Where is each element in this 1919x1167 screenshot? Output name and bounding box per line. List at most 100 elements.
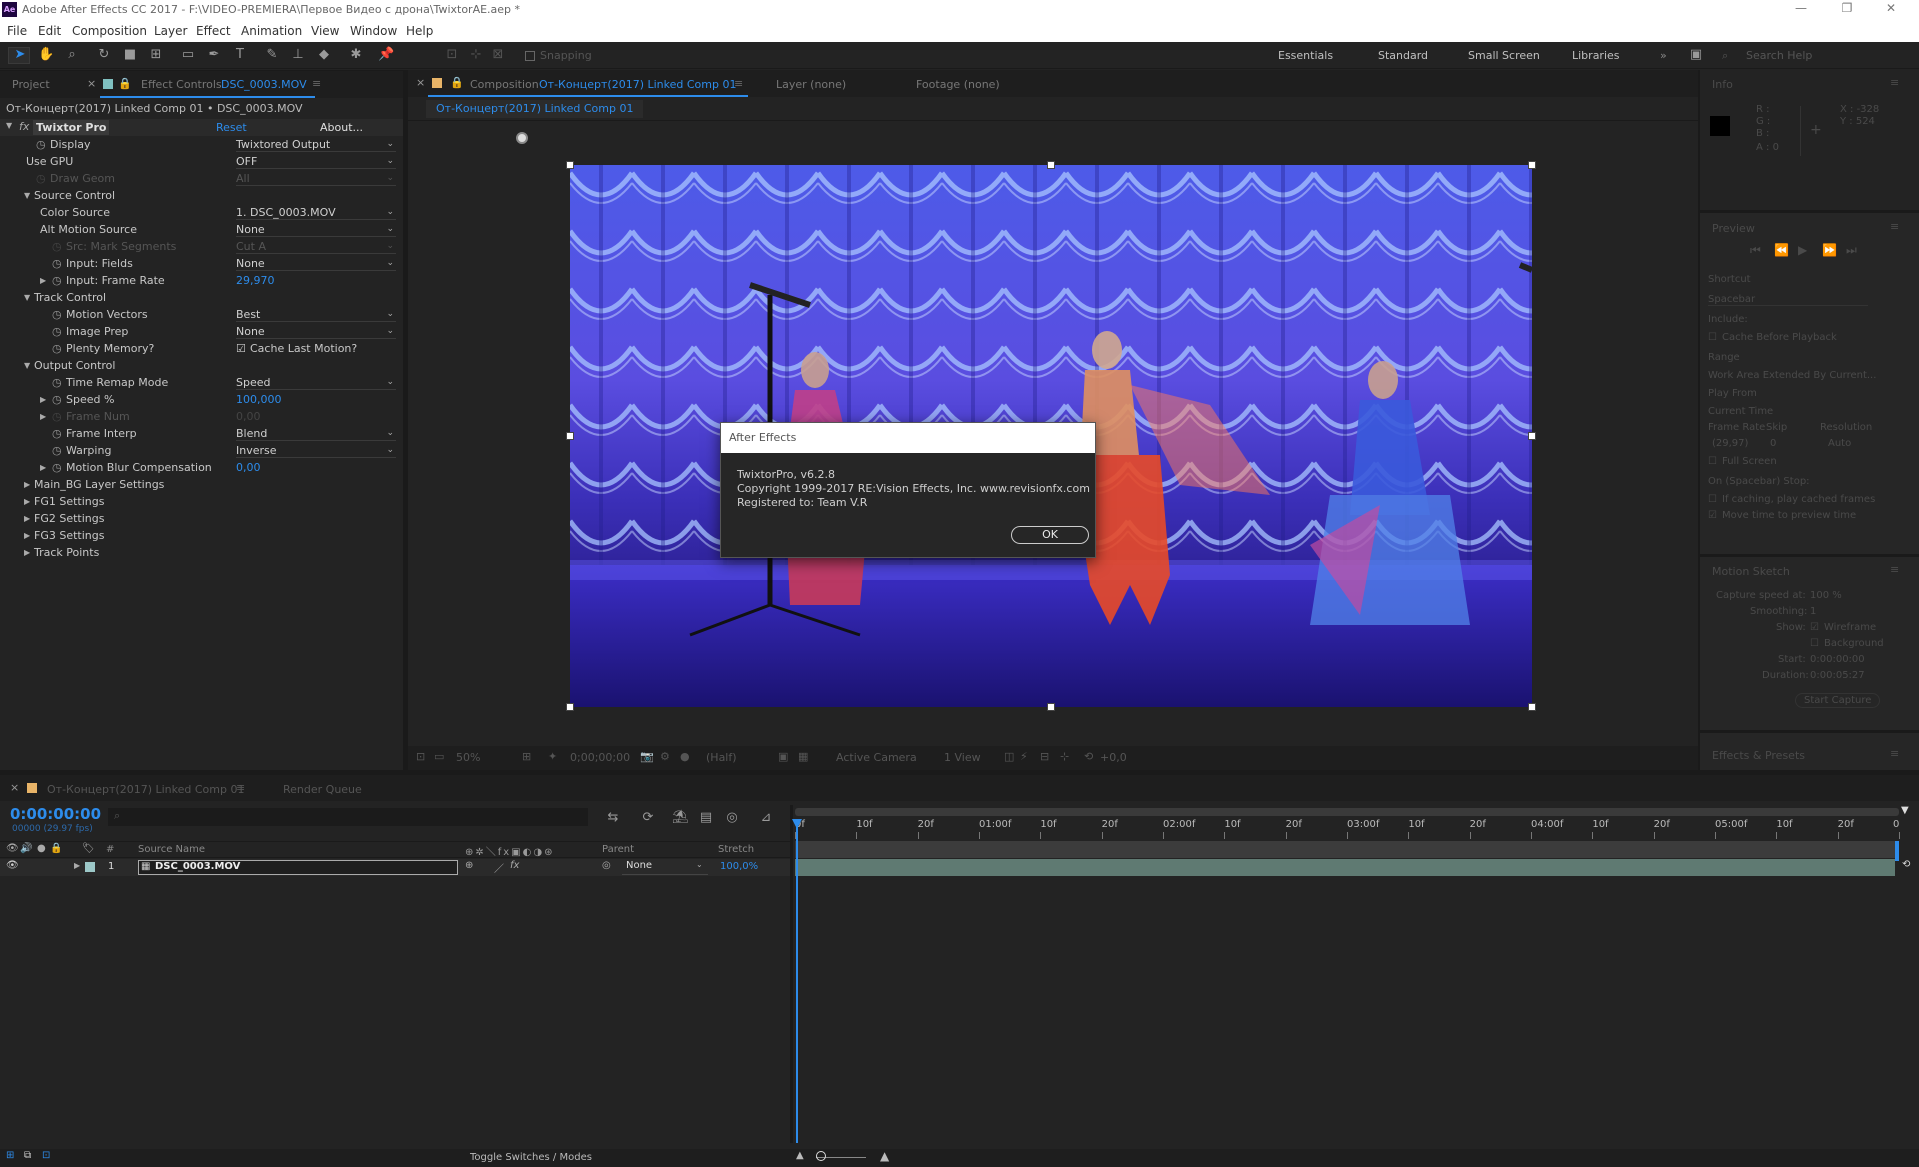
tab-timeline-comp[interactable]: От-Концерт(2017) Linked Comp 01 — [47, 783, 244, 796]
menu-edit[interactable]: Edit — [38, 24, 61, 38]
playhead-icon[interactable] — [792, 819, 802, 829]
stopwatch-icon[interactable]: ◷ — [52, 408, 62, 425]
menu-effect[interactable]: Effect — [196, 24, 231, 38]
motion-blur-icon[interactable]: ◎ — [724, 810, 740, 826]
layer-quality-icon[interactable]: ／ — [494, 860, 504, 875]
frame-rate-dropdown[interactable]: (29,97) — [1712, 438, 1748, 449]
comp-flowchart-tab[interactable]: От-Концерт(2017) Linked Comp 01 — [426, 100, 644, 118]
flowchart-icon[interactable]: ⊹ — [1060, 750, 1069, 763]
play-icon[interactable]: ▶ — [1798, 243, 1807, 257]
hand-tool-icon[interactable]: ✋ — [38, 47, 54, 63]
twirl-closed-icon[interactable]: ▶ — [40, 272, 46, 289]
transform-handle[interactable] — [566, 703, 574, 711]
stopwatch-icon[interactable]: ◷ — [52, 255, 62, 272]
axis-local-icon[interactable]: ⊡ — [444, 47, 460, 63]
transform-handle[interactable] — [566, 161, 574, 169]
current-time-indicator[interactable] — [796, 819, 798, 1143]
tab-effect-controls-layer[interactable]: DSC_0003.MOV — [221, 78, 307, 91]
timeline-menu-icon[interactable]: ≡ — [236, 781, 245, 794]
menu-composition[interactable]: Composition — [72, 24, 147, 38]
video-toggle-icon[interactable]: 👁 — [6, 843, 19, 854]
layer-search-input[interactable]: ⌕ — [108, 808, 588, 826]
preview-menu-icon[interactable]: ≡ — [1890, 220, 1899, 233]
twirl-closed-icon[interactable]: ▶ — [24, 544, 30, 561]
stopwatch-icon[interactable]: ◷ — [52, 272, 62, 289]
play-from-dropdown[interactable]: Current Time — [1708, 406, 1773, 417]
clone-stamp-tool-icon[interactable]: ⊥ — [290, 47, 306, 63]
stopwatch-icon[interactable]: ◷ — [36, 136, 46, 153]
twirl-closed-icon[interactable]: ▶ — [40, 459, 46, 476]
property-dropdown[interactable]: None ⌄ — [236, 256, 396, 271]
type-tool-icon[interactable]: T — [232, 47, 248, 63]
property-dropdown[interactable]: Best ⌄ — [236, 307, 396, 322]
effects-presets-menu-icon[interactable]: ≡ — [1890, 747, 1899, 760]
property-dropdown[interactable]: Speed ⌄ — [236, 375, 396, 390]
twirl-closed-icon[interactable]: ▶ — [24, 510, 30, 527]
twirl-open-icon[interactable]: ▼ — [6, 121, 12, 130]
menu-view[interactable]: View — [311, 24, 339, 38]
current-time-display[interactable]: 0;00;00;00 — [570, 751, 630, 764]
reset-link[interactable]: Reset — [216, 121, 247, 134]
fast-previews-icon[interactable]: ⚡ — [1020, 750, 1028, 763]
tab-layer[interactable]: Layer (none) — [776, 78, 846, 91]
stopwatch-icon[interactable]: ◷ — [52, 459, 62, 476]
stopwatch-icon[interactable]: ◷ — [52, 391, 62, 408]
axis-view-icon[interactable]: ⊠ — [490, 47, 506, 63]
draft-3d-icon[interactable]: ⟳ — [640, 810, 656, 826]
background-checkbox[interactable]: ☐ — [1810, 638, 1819, 649]
capture-speed-value[interactable]: 100 % — [1810, 590, 1842, 601]
first-frame-icon[interactable]: ⏮ — [1750, 243, 1761, 258]
layer-fx-icon[interactable]: fx — [510, 860, 519, 871]
tab-project[interactable]: Project — [12, 78, 50, 91]
property-dropdown[interactable]: 1. DSC_0003.MOV ⌄ — [236, 205, 396, 220]
workspace-small-screen[interactable]: Small Screen — [1468, 49, 1540, 62]
transform-handle[interactable] — [1047, 703, 1055, 711]
timeline-icon[interactable]: ⊟ — [1040, 750, 1049, 763]
stopwatch-icon[interactable]: ◷ — [52, 306, 62, 323]
menu-layer[interactable]: Layer — [154, 24, 187, 38]
tab-composition-name[interactable]: От-Концерт(2017) Linked Comp 01 — [539, 78, 736, 91]
smoothing-value[interactable]: 1 — [1810, 606, 1816, 617]
maximize-icon[interactable]: ❐ — [1832, 1, 1862, 15]
stopwatch-icon[interactable]: ◷ — [52, 425, 62, 442]
puppet-pin-tool-icon[interactable]: 📌 — [378, 47, 394, 63]
resolution-dropdown[interactable]: Auto — [1828, 438, 1851, 449]
label-column-icon[interactable]: 🏷 — [82, 843, 95, 854]
property-dropdown[interactable]: Blend ⌄ — [236, 426, 396, 441]
eraser-tool-icon[interactable]: ◆ — [316, 47, 332, 63]
toggle-switches-modes[interactable]: Toggle Switches / Modes — [470, 1152, 592, 1163]
selection-tool-icon[interactable]: ➤ — [12, 47, 28, 63]
stopwatch-icon[interactable]: ◷ — [36, 170, 46, 187]
layer-switches-icon[interactable]: ⊞ — [6, 1150, 14, 1161]
checkbox[interactable]: ☑ — [236, 340, 246, 357]
menu-file[interactable]: File — [7, 24, 27, 38]
layer-label-color[interactable] — [85, 862, 95, 872]
snapping-checkbox[interactable] — [525, 51, 535, 61]
menu-animation[interactable]: Animation — [241, 24, 302, 38]
camera-tool-icon[interactable]: ■ — [122, 47, 138, 63]
skip-dropdown[interactable]: 0 — [1770, 438, 1776, 449]
safe-zones-icon[interactable]: ⊞ — [522, 750, 531, 763]
pan-behind-tool-icon[interactable]: ⊞ — [148, 47, 164, 63]
twirl-closed-icon[interactable]: ▶ — [24, 476, 30, 493]
about-link[interactable]: About... — [320, 121, 363, 134]
next-frame-icon[interactable]: ⏩ — [1822, 243, 1837, 257]
twirl-open-icon[interactable]: ▼ — [24, 187, 30, 204]
effects-presets-title[interactable]: Effects & Presets — [1712, 749, 1805, 762]
close-icon[interactable]: ✕ — [1876, 1, 1906, 15]
effect-name[interactable]: Twixtor Pro — [33, 120, 110, 135]
camera-dropdown[interactable]: Active Camera — [836, 751, 917, 764]
property-dropdown[interactable]: All ⌄ — [236, 171, 396, 186]
tab-render-queue[interactable]: Render Queue — [283, 783, 362, 796]
always-preview-icon[interactable]: ⊡ — [416, 750, 425, 763]
range-dropdown[interactable]: Work Area Extended By Current... — [1708, 370, 1876, 381]
minimize-icon[interactable]: — — [1786, 1, 1816, 15]
tab-composition-prefix[interactable]: Composition — [470, 78, 539, 91]
shy-layers-icon[interactable]: ⛱ — [672, 810, 689, 826]
comp-mini-flowchart-icon[interactable]: ⇆ — [605, 810, 621, 826]
snapshot-icon[interactable]: 📷 — [640, 750, 654, 763]
stopwatch-icon[interactable]: ◷ — [52, 340, 62, 357]
search-help-input[interactable]: Search Help — [1746, 49, 1812, 62]
in-out-panes-icon[interactable]: ⊡ — [42, 1150, 50, 1161]
menu-help[interactable]: Help — [406, 24, 433, 38]
